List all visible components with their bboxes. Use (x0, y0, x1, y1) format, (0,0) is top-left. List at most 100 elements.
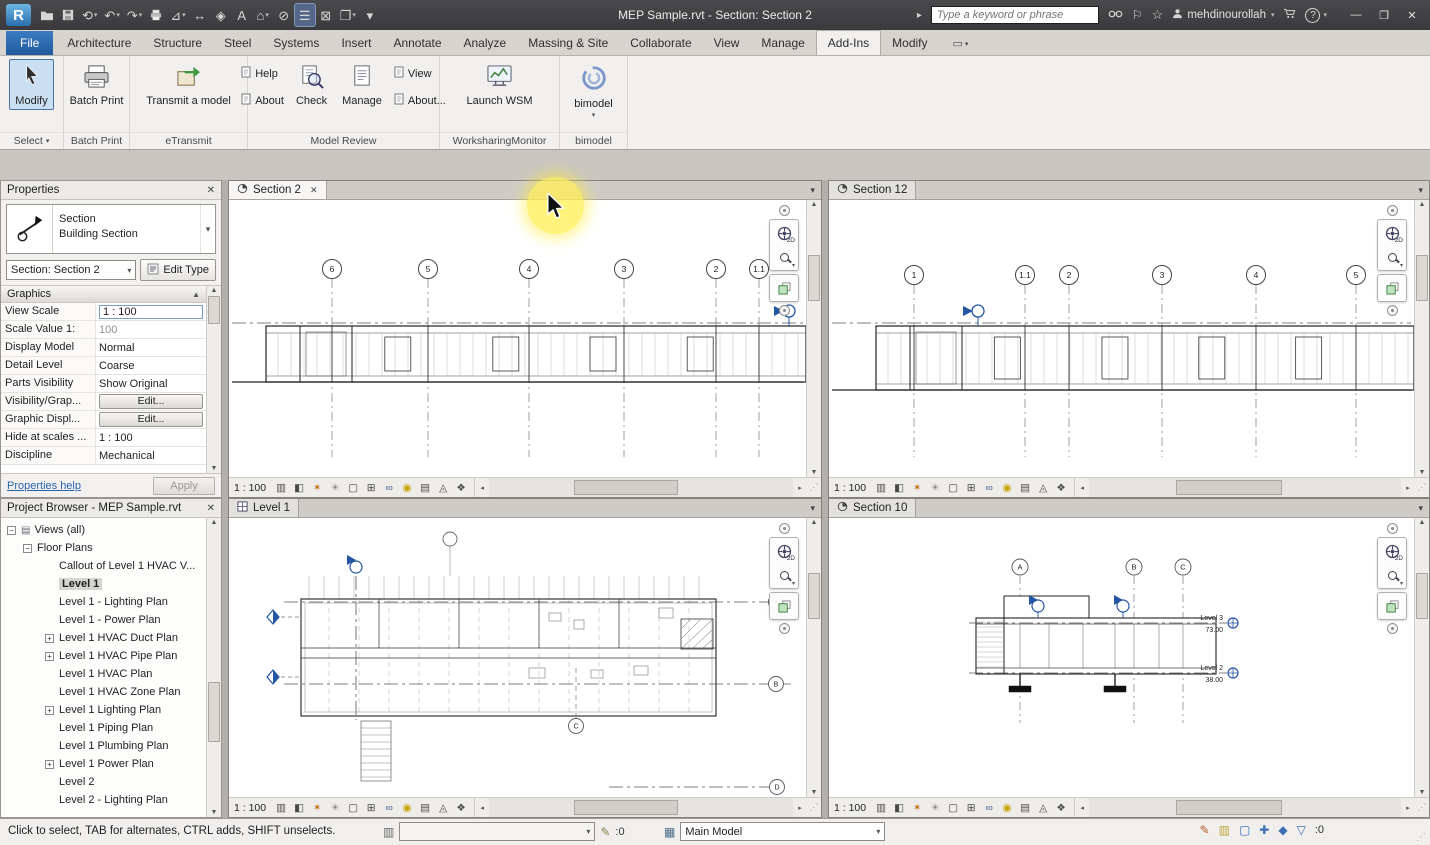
tree-expand-icon[interactable]: + (45, 634, 54, 643)
batch-print-button[interactable]: Batch Print (64, 59, 130, 110)
tree-item[interactable]: Level 1 Plumbing Plan (1, 737, 206, 755)
collapse-group-icon[interactable]: ▲ (192, 290, 200, 299)
visual-style-icon[interactable]: ◧ (291, 800, 307, 815)
tag-icon[interactable]: ◈ (211, 4, 231, 26)
search-input[interactable] (931, 6, 1099, 24)
modify-button[interactable]: Modify (9, 59, 53, 110)
close-view-icon[interactable]: ✕ (310, 185, 318, 196)
tree-item[interactable]: Level 1 (1, 575, 206, 593)
zoom-icon[interactable]: ▾ (1380, 246, 1404, 268)
tab-add-ins[interactable]: Add-Ins (816, 30, 881, 55)
tree-expand-icon[interactable]: + (45, 706, 54, 715)
horizontal-scrollbar[interactable]: ◂▸ (1074, 478, 1415, 497)
analytical-model-icon[interactable]: ◬ (435, 800, 451, 815)
detail-level-icon[interactable]: ▥ (273, 480, 289, 495)
zoom-icon[interactable]: ▾ (1380, 564, 1404, 586)
help-icon[interactable]: ? (1305, 8, 1320, 23)
pan-tool-icon[interactable] (772, 277, 796, 299)
close-inactive-views-icon[interactable]: ⊠ (316, 4, 336, 26)
reveal-hidden-icon[interactable]: ◉ (999, 800, 1015, 815)
shadows-icon[interactable]: ☀ (927, 800, 943, 815)
manage-button[interactable]: Manage (336, 59, 388, 110)
text-icon[interactable]: A (232, 4, 252, 26)
displacement-icon[interactable]: ❖ (1053, 800, 1069, 815)
open-icon[interactable] (37, 4, 57, 26)
detail-level-icon[interactable]: ▥ (273, 800, 289, 815)
vertical-scrollbar[interactable]: ▲▼ (806, 200, 821, 477)
tab-view[interactable]: View (703, 31, 751, 55)
edit-type-button[interactable]: Edit Type (140, 259, 216, 281)
cart-icon[interactable] (1283, 8, 1296, 22)
navbar-dot-icon[interactable] (1387, 623, 1398, 634)
visual-style-icon[interactable]: ◧ (891, 800, 907, 815)
crop-view-icon[interactable]: ▢ (345, 800, 361, 815)
revit-logo-icon[interactable]: R (6, 4, 31, 26)
show-crop-icon[interactable]: ⊞ (363, 480, 379, 495)
design-options-icon[interactable]: ▦ (664, 825, 675, 839)
tree-item[interactable]: Level 1 Piping Plan (1, 719, 206, 737)
property-value[interactable]: Coarse (96, 357, 206, 374)
chevron-down-icon[interactable]: ▾ (200, 205, 215, 253)
section-icon[interactable]: ⊘ (274, 4, 294, 26)
horizontal-scrollbar[interactable]: ◂▸ (474, 798, 807, 817)
tab-architecture[interactable]: Architecture (56, 31, 142, 55)
horizontal-scrollbar[interactable]: ◂▸ (474, 478, 807, 497)
properties-help-link[interactable]: Properties help (7, 480, 81, 492)
drawing-canvas[interactable]: 11.123452D▾ (829, 200, 1414, 477)
view-tab[interactable]: Section 12 (829, 181, 916, 199)
thin-lines-icon[interactable]: ☰ (295, 4, 315, 26)
view-tab-menu-icon[interactable]: ▾ (804, 181, 821, 199)
tab-collaborate[interactable]: Collaborate (619, 31, 702, 55)
tree-expand-icon[interactable]: − (23, 544, 32, 553)
tree-item[interactable]: Level 2 - Lighting Plan (1, 791, 206, 809)
property-value[interactable]: Normal (96, 339, 206, 356)
crop-view-icon[interactable]: ▢ (345, 480, 361, 495)
navbar-dot-icon[interactable] (1387, 523, 1398, 534)
group-header-graphics[interactable]: Graphics ▲ (1, 286, 206, 303)
reveal-hidden-icon[interactable]: ◉ (999, 480, 1015, 495)
crop-view-icon[interactable]: ▢ (945, 800, 961, 815)
close-button[interactable]: ✕ (1400, 5, 1424, 25)
close-icon[interactable]: ✕ (207, 503, 215, 514)
zoom-icon[interactable]: ▾ (772, 564, 796, 586)
view-tab[interactable]: Section 10 (829, 499, 916, 517)
worksets-icon[interactable]: ▥ (383, 825, 394, 839)
vertical-scrollbar[interactable]: ▲▼ (1414, 518, 1429, 797)
instance-selector[interactable]: Section: Section 2▾ (6, 260, 136, 280)
ribbon-options-icon[interactable]: ▭▾ (953, 37, 969, 55)
steering-wheel-icon[interactable]: 2D (1380, 222, 1404, 244)
displacement-icon[interactable]: ❖ (1053, 480, 1069, 495)
tree-expand-icon[interactable]: + (45, 652, 54, 661)
aligned-dimension-icon[interactable]: ↔ (190, 4, 210, 26)
apply-button[interactable]: Apply (153, 477, 215, 495)
temporary-hide-isolate-icon[interactable]: ∞ (381, 480, 397, 495)
visual-style-icon[interactable]: ◧ (891, 480, 907, 495)
tree-expand-icon[interactable]: + (45, 760, 54, 769)
editable-only-count-icon[interactable]: ✎ (600, 825, 610, 839)
active-workset-select[interactable]: ▾ (399, 822, 595, 841)
navbar-dot-icon[interactable] (779, 205, 790, 216)
temporary-view-properties-icon[interactable]: ▤ (1017, 800, 1033, 815)
customize-qat-icon[interactable]: ▾ (360, 4, 380, 26)
tab-systems[interactable]: Systems (262, 31, 330, 55)
bimodel-button[interactable]: bimodel ▾ (568, 59, 619, 122)
properties-header[interactable]: Properties ✕ (1, 181, 221, 200)
view-scale-button[interactable]: 1 : 100 (834, 482, 866, 494)
maximize-button[interactable]: ❐ (1372, 5, 1396, 25)
close-icon[interactable]: ✕ (207, 185, 215, 196)
resize-grip-icon[interactable]: ⋰ (1415, 802, 1429, 813)
filter-icon[interactable]: ▽ (1297, 823, 1306, 837)
tab-annotate[interactable]: Annotate (382, 31, 452, 55)
infocenter-toggle-icon[interactable]: ▸ (917, 10, 922, 21)
tree-item[interactable]: +Level 1 Lighting Plan (1, 701, 206, 719)
navbar-dot-icon[interactable] (779, 623, 790, 634)
vertical-scrollbar[interactable]: ▲▼ (806, 518, 821, 797)
minimize-button[interactable]: — (1344, 5, 1368, 25)
shadows-icon[interactable]: ☀ (327, 800, 343, 815)
view-tab-menu-icon[interactable]: ▾ (804, 499, 821, 517)
browser-scrollbar[interactable]: ▲ ▼ (206, 518, 221, 817)
project-browser-header[interactable]: Project Browser - MEP Sample.rvt ✕ (1, 499, 221, 518)
tree-expand-icon[interactable]: − (7, 526, 16, 535)
user-account-button[interactable]: mehdinourollah ▾ (1172, 8, 1274, 22)
displacement-icon[interactable]: ❖ (453, 800, 469, 815)
